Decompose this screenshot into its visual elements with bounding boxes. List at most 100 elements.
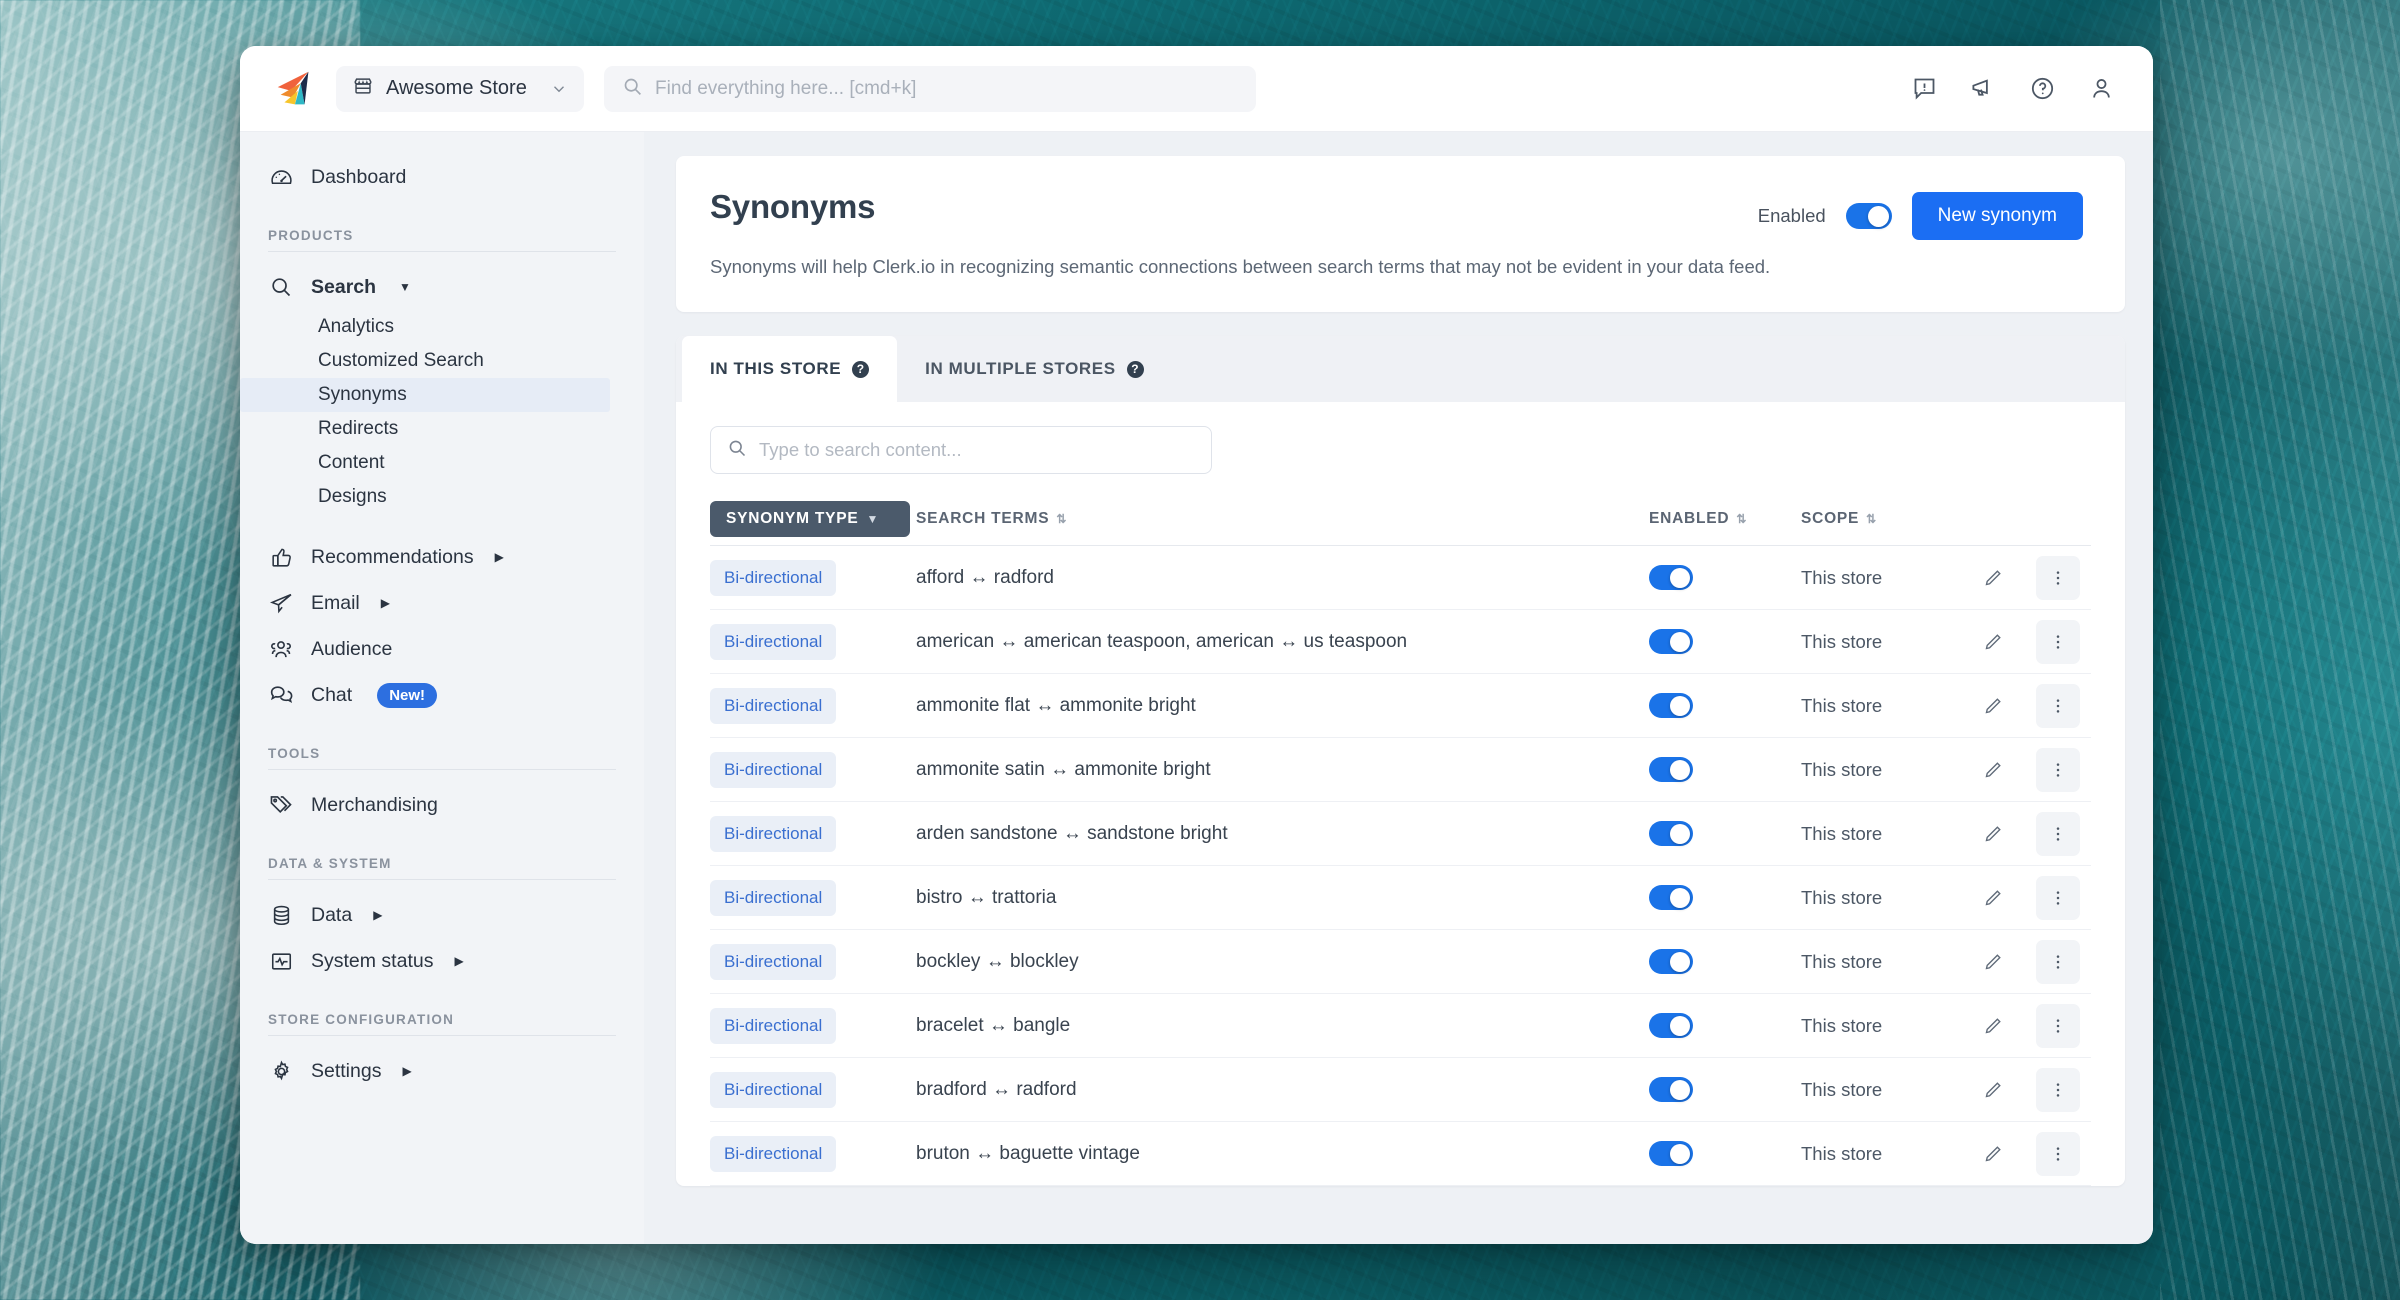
table-row[interactable]: Bi-directional ammonite flat ↔ ammonite … xyxy=(710,674,2091,738)
user-account-icon[interactable] xyxy=(2088,75,2115,102)
sidebar-item-system-status[interactable]: System status ▶ xyxy=(240,938,644,984)
more-vertical-icon[interactable] xyxy=(2036,875,2080,920)
row-enabled-toggle[interactable] xyxy=(1649,565,1693,590)
help-question-icon[interactable]: ? xyxy=(852,360,870,378)
synonyms-enabled-toggle[interactable] xyxy=(1845,203,1892,229)
cell-synonym-type: Bi-directional xyxy=(710,559,910,596)
monitor-pulse-icon xyxy=(268,948,294,974)
scope-text: This store xyxy=(1801,1078,1883,1100)
pencil-edit-icon[interactable] xyxy=(1982,695,2004,717)
caret-right-icon: ▶ xyxy=(402,1064,412,1078)
feedback-icon[interactable] xyxy=(1911,75,1938,102)
row-enabled-toggle[interactable] xyxy=(1649,629,1693,654)
sidebar-item-chat[interactable]: Chat New! xyxy=(240,672,644,718)
store-selector[interactable]: Awesome Store xyxy=(336,65,584,112)
announcements-megaphone-icon[interactable] xyxy=(1970,75,1997,102)
row-enabled-toggle[interactable] xyxy=(1649,821,1693,846)
sidebar-divider xyxy=(268,769,616,770)
pencil-edit-icon[interactable] xyxy=(1982,759,2004,781)
sidebar-item-dashboard[interactable]: Dashboard xyxy=(240,154,644,200)
cell-search-terms: bradford ↔ radford xyxy=(910,1079,1649,1101)
column-label: SCOPE xyxy=(1801,509,1860,527)
table-row[interactable]: Bi-directional arden sandstone ↔ sandsto… xyxy=(710,802,2091,866)
table-row[interactable]: Bi-directional bracelet ↔ bangle This st… xyxy=(710,994,2091,1058)
cell-search-terms: bruton ↔ baguette vintage xyxy=(910,1143,1649,1165)
cell-more xyxy=(2025,875,2091,920)
row-enabled-toggle[interactable] xyxy=(1649,757,1693,782)
more-vertical-icon[interactable] xyxy=(2036,1131,2080,1176)
column-enabled[interactable]: ENABLED ⇅ xyxy=(1649,510,1801,528)
table-row[interactable]: Bi-directional bockley ↔ blockley This s… xyxy=(710,930,2091,994)
pencil-edit-icon[interactable] xyxy=(1982,823,2004,845)
sidebar-item-data[interactable]: Data ▶ xyxy=(240,892,644,938)
sidebar-subitem-redirects[interactable]: Redirects xyxy=(240,412,610,446)
table-row[interactable]: Bi-directional afford ↔ radford This sto… xyxy=(710,546,2091,610)
more-vertical-icon[interactable] xyxy=(2036,683,2080,728)
more-vertical-icon[interactable] xyxy=(2036,811,2080,856)
tab-in-multiple-stores[interactable]: IN MULTIPLE STORES ? xyxy=(897,336,1171,402)
cell-enabled xyxy=(1649,1077,1801,1102)
row-enabled-toggle[interactable] xyxy=(1649,949,1693,974)
sidebar-item-search[interactable]: Search ▼ xyxy=(240,264,644,310)
clerkio-paperplane-logo[interactable] xyxy=(272,66,318,112)
scope-text: This store xyxy=(1801,886,1883,908)
table-row[interactable]: Bi-directional bruton ↔ baguette vintage… xyxy=(710,1122,2091,1186)
chat-bubbles-icon xyxy=(268,682,294,708)
content-search-input[interactable]: Type to search content... xyxy=(710,426,1212,474)
row-enabled-toggle[interactable] xyxy=(1649,1141,1693,1166)
sidebar-item-email[interactable]: Email ▶ xyxy=(240,580,644,626)
more-vertical-icon[interactable] xyxy=(2036,1003,2080,1048)
pencil-edit-icon[interactable] xyxy=(1982,951,2004,973)
pencil-edit-icon[interactable] xyxy=(1982,1079,2004,1101)
sidebar-item-merchandising[interactable]: Merchandising xyxy=(240,782,644,828)
table-row[interactable]: Bi-directional bradford ↔ radford This s… xyxy=(710,1058,2091,1122)
more-vertical-icon[interactable] xyxy=(2036,555,2080,600)
row-enabled-toggle[interactable] xyxy=(1649,693,1693,718)
table-row[interactable]: Bi-directional american ↔ american teasp… xyxy=(710,610,2091,674)
scope-text: This store xyxy=(1801,630,1883,652)
sidebar-subitem-designs[interactable]: Designs xyxy=(240,480,610,514)
pencil-edit-icon[interactable] xyxy=(1982,631,2004,653)
cell-enabled xyxy=(1649,693,1801,718)
synonym-type-badge: Bi-directional xyxy=(710,815,837,852)
top-bar-actions xyxy=(1911,75,2123,102)
cell-scope: This store xyxy=(1801,1143,1961,1165)
scope-text: This store xyxy=(1801,758,1883,780)
help-question-icon[interactable] xyxy=(2029,75,2056,102)
tab-in-this-store[interactable]: IN THIS STORE ? xyxy=(682,336,898,402)
sidebar-subitem-customized-search[interactable]: Customized Search xyxy=(240,344,610,378)
sidebar-item-audience[interactable]: Audience xyxy=(240,626,644,672)
row-enabled-toggle[interactable] xyxy=(1649,1077,1693,1102)
table-row[interactable]: Bi-directional bistro ↔ trattoria This s… xyxy=(710,866,2091,930)
sidebar-subitem-synonyms[interactable]: Synonyms xyxy=(240,378,610,412)
sidebar-subitem-content[interactable]: Content xyxy=(240,446,610,480)
more-vertical-icon[interactable] xyxy=(2036,939,2080,984)
new-synonym-button[interactable]: New synonym xyxy=(1911,192,2083,240)
help-question-icon[interactable]: ? xyxy=(1126,360,1144,378)
more-vertical-icon[interactable] xyxy=(2036,619,2080,664)
toggle-knob xyxy=(1867,205,1889,227)
global-search-input[interactable]: Find everything here... [cmd+k] xyxy=(604,65,1256,112)
more-vertical-icon[interactable] xyxy=(2036,747,2080,792)
synonym-type-badge: Bi-directional xyxy=(710,943,837,980)
synonym-type-badge: Bi-directional xyxy=(710,623,837,660)
sidebar-item-recommendations[interactable]: Recommendations ▶ xyxy=(240,534,644,580)
pencil-edit-icon[interactable] xyxy=(1982,1015,2004,1037)
pencil-edit-icon[interactable] xyxy=(1982,567,2004,589)
column-search-terms[interactable]: SEARCH TERMS ⇅ xyxy=(910,510,1649,528)
row-enabled-toggle[interactable] xyxy=(1649,885,1693,910)
pencil-edit-icon[interactable] xyxy=(1982,887,2004,909)
pencil-edit-icon[interactable] xyxy=(1982,1143,2004,1165)
column-label: ENABLED xyxy=(1649,509,1730,527)
more-vertical-icon[interactable] xyxy=(2036,1067,2080,1112)
column-scope[interactable]: SCOPE ⇅ xyxy=(1801,510,1961,528)
row-enabled-toggle[interactable] xyxy=(1649,1013,1693,1038)
scope-text: This store xyxy=(1801,950,1883,972)
table-row[interactable]: Bi-directional ammonite satin ↔ ammonite… xyxy=(710,738,2091,802)
sidebar-item-settings[interactable]: Settings ▶ xyxy=(240,1048,644,1094)
page-header-actions: Enabled New synonym xyxy=(1758,188,2083,240)
sidebar-item-label: Recommendations xyxy=(311,545,474,568)
sidebar-subitem-analytics[interactable]: Analytics xyxy=(240,310,610,344)
search-icon xyxy=(727,438,747,463)
sort-by-synonym-type[interactable]: SYNONYM TYPE ▼ xyxy=(710,500,910,537)
